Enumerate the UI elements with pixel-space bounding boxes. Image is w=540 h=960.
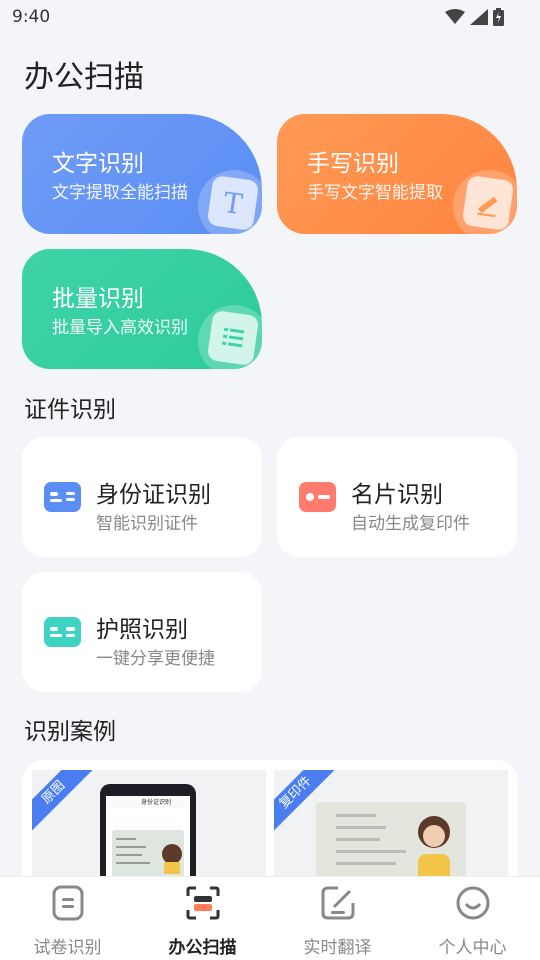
case-original-image[interactable]: 身份证识别 原图 (32, 770, 266, 890)
nav-item-exam[interactable]: 试卷识别 (0, 877, 135, 960)
document-icon (48, 883, 88, 923)
id-card-icon (44, 482, 81, 512)
pen-icon (461, 175, 515, 231)
batch-recognition-card[interactable]: 批量识别 批量导入高效识别 (22, 249, 262, 369)
passport-subtitle: 一键分享更便捷 (96, 649, 215, 669)
status-time: 9:40 (12, 7, 51, 27)
page-title: 办公扫描 (24, 60, 144, 95)
feature-subtitle: 批量导入高效识别 (52, 318, 188, 338)
nav-label: 实时翻译 (303, 938, 372, 958)
feature-subtitle: 手写文字智能提取 (307, 183, 443, 203)
case-examples: 身份证识别 原图 复印件 (22, 760, 518, 890)
business-card-icon (299, 482, 336, 512)
feature-title: 手写识别 (307, 151, 399, 177)
business-card-subtitle: 自动生成复印件 (351, 514, 470, 534)
passport-icon (44, 617, 81, 647)
status-icons (445, 8, 504, 26)
phone-header-text: 身份证识别 (140, 799, 171, 806)
feature-title: 文字识别 (52, 151, 144, 177)
nav-label: 办公扫描 (168, 938, 237, 958)
bottom-nav: 试卷识别 办公扫描 实时翻译 个人中心 (0, 876, 540, 960)
passport-title: 护照识别 (96, 617, 188, 643)
cases-section-title: 识别案例 (24, 719, 116, 745)
signal-icon (470, 9, 488, 25)
scan-icon (183, 883, 223, 923)
passport-recognition[interactable]: 护照识别 一键分享更便捷 (22, 572, 262, 692)
nav-item-translate[interactable]: 实时翻译 (270, 877, 405, 960)
feature-subtitle: 文字提取全能扫描 (52, 183, 188, 203)
business-card-title: 名片识别 (351, 482, 443, 508)
id-section-title: 证件识别 (24, 397, 116, 423)
nav-item-profile[interactable]: 个人中心 (405, 877, 540, 960)
nav-label: 个人中心 (438, 938, 507, 958)
id-card-title: 身份证识别 (96, 482, 211, 508)
handwriting-recognition-card[interactable]: 手写识别 手写文字智能提取 (277, 114, 517, 234)
smile-icon (453, 883, 493, 923)
case-copy-image[interactable]: 复印件 (274, 770, 508, 890)
list-icon (206, 310, 260, 366)
wifi-icon (445, 9, 465, 24)
nav-item-scan[interactable]: 办公扫描 (135, 877, 270, 960)
edit-icon (318, 883, 358, 923)
nav-label: 试卷识别 (33, 938, 102, 958)
feature-title: 批量识别 (52, 286, 144, 312)
business-card-recognition[interactable]: 名片识别 自动生成复印件 (277, 437, 517, 557)
id-card-recognition[interactable]: 身份证识别 智能识别证件 (22, 437, 262, 557)
id-card-subtitle: 智能识别证件 (96, 514, 198, 534)
status-bar: 9:40 (0, 0, 540, 34)
text-recognition-card[interactable]: 文字识别 文字提取全能扫描 T (22, 114, 262, 234)
battery-icon (493, 8, 504, 26)
svg-text:T: T (221, 186, 244, 220)
text-T-icon: T (206, 175, 260, 231)
